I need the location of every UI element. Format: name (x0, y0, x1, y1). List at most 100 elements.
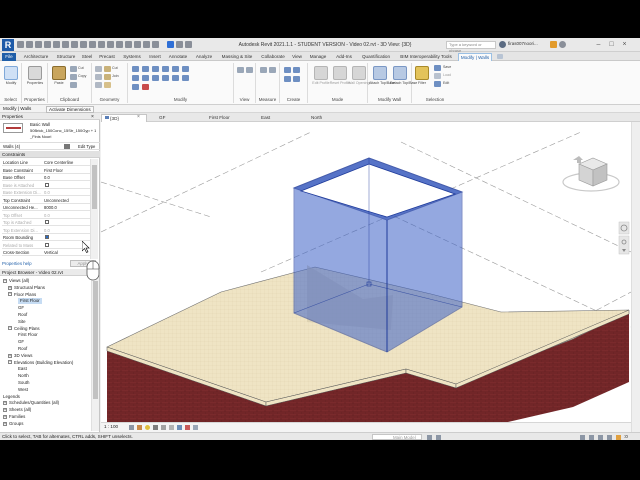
browser-node[interactable]: + Families (3, 414, 25, 420)
property-value[interactable]: 8000.0 (44, 204, 57, 210)
type-name[interactable]: 50Brick_150Conc_15Str_150Gyp + 12 Plaste… (30, 128, 96, 133)
user-name[interactable]: firas007noori... (508, 41, 548, 46)
customize-icon[interactable] (152, 41, 159, 48)
browser-node[interactable]: Roof (18, 346, 27, 352)
properties-icon[interactable] (28, 66, 42, 80)
measure-icon[interactable] (71, 41, 78, 48)
browser-node[interactable]: − Ceiling Plans (8, 326, 40, 332)
load-selection-icon[interactable] (434, 73, 441, 79)
tab-annotate[interactable]: Annotate (166, 53, 190, 61)
filter-icon[interactable] (415, 66, 429, 80)
create-assembly-icon[interactable] (284, 67, 291, 73)
tab-structure[interactable]: Structure (54, 53, 78, 61)
selector-dropdown[interactable]: Walls (4) (3, 144, 63, 149)
temporary-hide-icon[interactable] (185, 425, 190, 430)
expand-icon[interactable]: + (8, 353, 12, 358)
browser-node[interactable]: Roof (18, 312, 27, 318)
sun-path-icon[interactable] (145, 425, 150, 430)
reset-profile-icon[interactable] (333, 66, 347, 80)
cut-icon[interactable] (70, 66, 77, 72)
active-workset[interactable]: Main Model (372, 434, 422, 440)
paste-icon[interactable] (52, 66, 66, 80)
close-icon[interactable]: × (620, 40, 629, 49)
browser-node[interactable]: + Schedules/Quantities (all) (3, 400, 59, 406)
viewport-scrollbar[interactable] (631, 122, 640, 432)
browser-node[interactable]: East (18, 366, 27, 372)
tab-quantification[interactable]: Quantification (358, 53, 394, 61)
tab-massing-site[interactable]: Massing & Site (218, 53, 256, 61)
constraints-header[interactable]: Constraints (0, 151, 100, 158)
tab-insert[interactable]: Insert (146, 53, 164, 61)
property-value[interactable]: Unconnected (44, 197, 69, 203)
copy-clipboard-icon[interactable] (70, 74, 77, 80)
property-row[interactable]: Base Extension Di... 0.0 (2, 189, 90, 196)
rotate-icon[interactable] (152, 75, 159, 81)
tab-add-ins[interactable]: Add-Ins (332, 53, 356, 61)
close-tab-icon[interactable]: × (137, 114, 140, 120)
expand-icon[interactable]: + (3, 408, 7, 413)
copy-element-icon[interactable] (142, 75, 149, 81)
measure-tool-icon[interactable] (260, 67, 267, 73)
mirror-draw-icon[interactable] (162, 66, 169, 72)
select-by-face-icon[interactable] (607, 435, 612, 440)
edit-profile-icon[interactable] (314, 66, 328, 80)
collapse-icon[interactable]: − (3, 278, 7, 283)
select-pinned-icon[interactable] (598, 435, 603, 440)
property-checkbox[interactable] (45, 182, 49, 187)
create-parts-icon[interactable] (293, 67, 300, 73)
cut-geometry-icon[interactable] (104, 66, 111, 72)
selector-chevron-icon[interactable] (64, 144, 70, 149)
property-row[interactable]: Base Constraint First Floor (2, 167, 90, 174)
tab-view-gf[interactable]: GF (151, 114, 191, 122)
attach-top-base-icon[interactable] (373, 66, 387, 80)
property-row[interactable]: Base Offset 0.0 (2, 174, 90, 181)
browser-node[interactable]: + Structural Plans (8, 285, 45, 291)
crop-view-icon[interactable] (161, 425, 166, 430)
browser-node[interactable]: − Elevations (Building Elevation) (8, 360, 73, 366)
tab-collaborate[interactable]: Collaborate (258, 53, 288, 61)
property-row[interactable]: Top Offset 0.0 (2, 212, 90, 219)
delete-icon[interactable] (142, 84, 149, 90)
tab-architecture[interactable]: Architecture (20, 53, 52, 61)
tab-view-north[interactable]: North (303, 114, 351, 122)
align-icon[interactable] (132, 66, 139, 72)
tab-modify-walls[interactable]: Modify | Walls (458, 53, 492, 61)
property-value[interactable]: First Floor (44, 167, 63, 173)
pin-icon[interactable] (132, 84, 139, 90)
property-value[interactable]: Core Centerline (44, 159, 73, 165)
select-links-icon[interactable] (580, 435, 585, 440)
search-input[interactable]: Type a keyword or phrase (446, 41, 496, 53)
match-properties-icon[interactable] (70, 82, 77, 88)
property-value[interactable]: 0.0 (44, 189, 50, 195)
edit-type-button[interactable]: Edit Type (78, 144, 95, 149)
split-face-icon[interactable] (95, 82, 102, 88)
section-icon[interactable] (116, 41, 123, 48)
redo-icon[interactable] (53, 41, 60, 48)
scale-icon[interactable] (182, 75, 189, 81)
close-hidden-icon[interactable] (134, 41, 141, 48)
browser-node[interactable]: +3D Views (8, 353, 32, 359)
browser-node[interactable]: West (18, 387, 28, 393)
expand-icon[interactable]: + (3, 421, 7, 426)
create-similar-icon[interactable] (293, 76, 300, 82)
property-row[interactable]: Unconnected He... 8000.0 (2, 204, 90, 211)
design-options-icon[interactable] (427, 435, 432, 440)
trim-icon[interactable] (172, 66, 179, 72)
arrow-icon[interactable] (185, 41, 192, 48)
edit-selection-icon[interactable] (434, 81, 441, 87)
property-value[interactable]: 0.0 (44, 227, 50, 233)
tab-analyze[interactable]: Analyze (192, 53, 216, 61)
tab-view-first-floor[interactable]: First Floor (201, 114, 251, 122)
tab-steel[interactable]: Steel (80, 53, 94, 61)
activate-dimensions-button[interactable]: Activate Dimensions (46, 105, 94, 113)
tag-icon[interactable] (89, 41, 96, 48)
properties-help-link[interactable]: Properties help (2, 261, 32, 266)
wall-opening-icon[interactable] (352, 66, 366, 80)
lock-3d-view-icon[interactable] (177, 425, 182, 430)
browser-node[interactable]: + Sheets (all) (3, 407, 31, 413)
move-icon[interactable] (132, 75, 139, 81)
minimize-icon[interactable]: – (594, 40, 603, 49)
revit-logo-icon[interactable]: R (2, 39, 14, 51)
maximize-icon[interactable]: □ (607, 40, 616, 49)
browser-node[interactable]: South (18, 380, 29, 386)
